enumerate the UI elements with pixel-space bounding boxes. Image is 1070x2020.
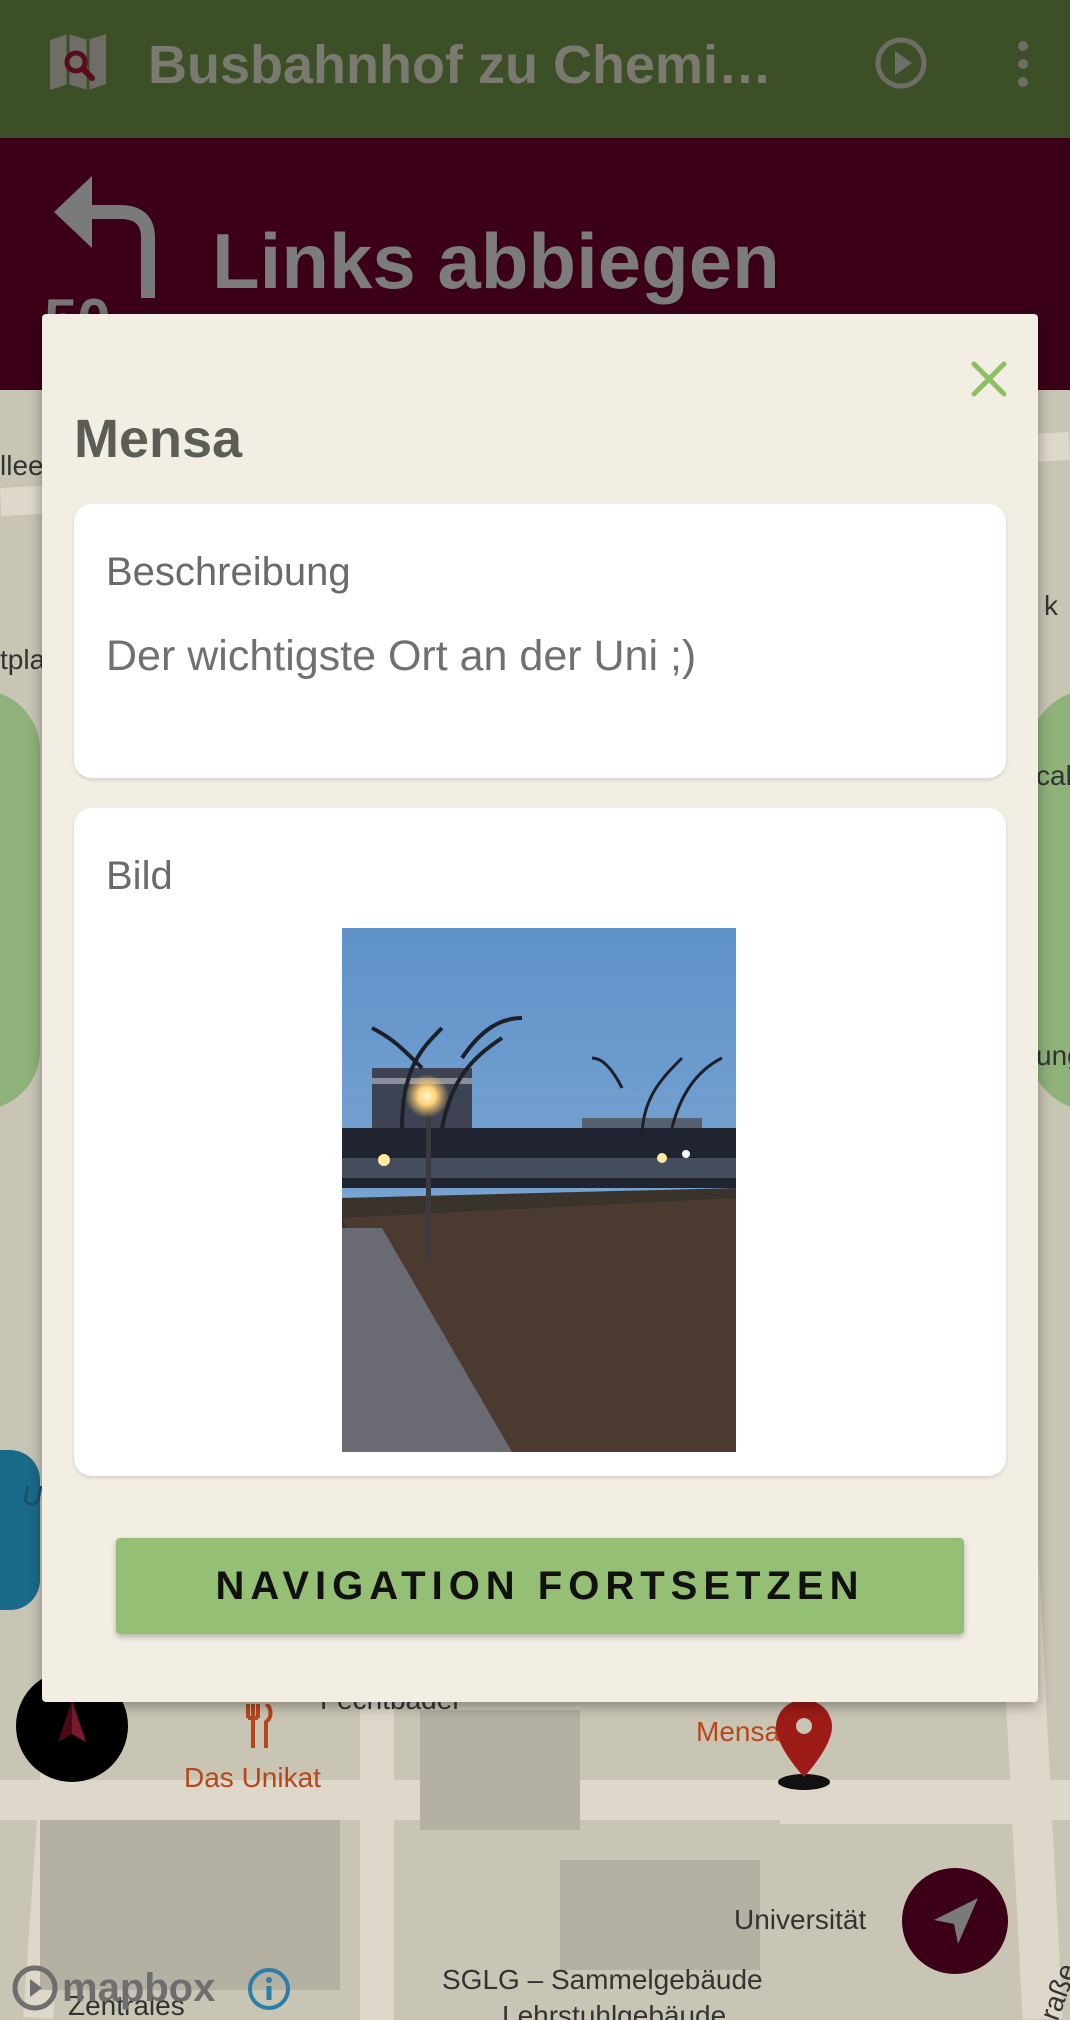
navigation-arrow-icon: [934, 1898, 978, 1944]
map-label-universitaet: Universität: [734, 1904, 867, 1935]
description-card: Beschreibung Der wichtigste Ort an der U…: [74, 504, 1006, 778]
map-label-lehrstuhl: Lehrstuhlgebäude: [502, 2000, 727, 2020]
map-label-mensa[interactable]: Mensa: [696, 1716, 780, 1748]
image-label: Bild: [106, 854, 173, 898]
map-label-edge-allee: llee: [0, 450, 44, 481]
recenter-navigation-button[interactable]: [902, 1868, 1008, 1974]
info-icon[interactable]: [246, 1966, 292, 2012]
app-title: Busbahnhof zu Chemi…: [148, 35, 772, 95]
close-icon[interactable]: [968, 358, 1010, 400]
map-label-edge-tpla: tpla: [0, 644, 46, 675]
mapbox-logo: mapbox: [12, 1964, 215, 2012]
continue-navigation-button[interactable]: NAVIGATION FORTSETZEN: [116, 1538, 964, 1634]
poi-dialog: Mensa Beschreibung Der wichtigste Ort an…: [42, 314, 1038, 1702]
restaurant-icon: [246, 1704, 273, 1748]
place-photo[interactable]: [342, 928, 736, 1452]
description-text: Der wichtigste Ort an der Uni ;): [106, 632, 697, 680]
map-label-edge-u: U: [22, 1480, 43, 1511]
turn-left-icon: [54, 176, 155, 298]
location-pin-icon[interactable]: [776, 1700, 832, 1790]
map-label-edge-ung: ung: [1036, 1040, 1070, 1071]
description-label: Beschreibung: [106, 550, 351, 594]
more-vert-icon[interactable]: [1008, 40, 1038, 88]
map-search-icon[interactable]: [46, 30, 110, 94]
map-label-sglg: SGLG – Sammelgebäude: [442, 1964, 763, 1995]
instruction-text: Links abbiegen: [212, 217, 780, 305]
map-label-edge-k: k: [1044, 590, 1058, 621]
app-bar: Busbahnhof zu Chemi…: [0, 0, 1070, 138]
map-label-das-unikat[interactable]: Das Unikat: [184, 1762, 321, 1794]
map-label-edge-cal: cal: [1036, 760, 1070, 791]
play-circle-icon[interactable]: [874, 36, 928, 90]
image-card: Bild: [74, 808, 1006, 1476]
dialog-title: Mensa: [74, 409, 243, 469]
